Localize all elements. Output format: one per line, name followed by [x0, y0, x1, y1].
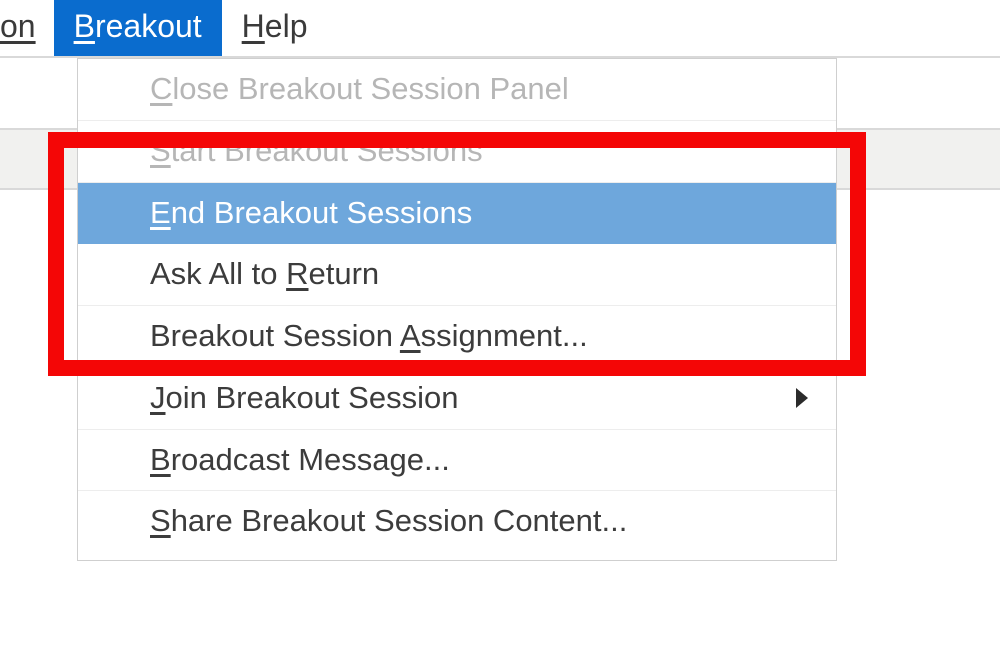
menubar-breakout-m: B — [74, 8, 95, 44]
menu-ask-all-return[interactable]: Ask All to Return — [78, 244, 836, 306]
submenu-arrow-icon — [796, 388, 808, 408]
menu-broadcast-message[interactable]: Broadcast Message... — [78, 430, 836, 492]
label-post: ssignment... — [421, 318, 588, 353]
label-m: A — [400, 318, 421, 353]
label-m: S — [150, 503, 171, 538]
label-post: eturn — [309, 256, 380, 291]
breakout-dropdown: Close Breakout Session Panel Start Break… — [77, 58, 837, 561]
label-pre: Ask All to — [150, 256, 286, 291]
label-post: hare Breakout Session Content... — [171, 503, 628, 538]
menu-close-breakout-panel: Close Breakout Session Panel — [78, 59, 836, 121]
menu-start-breakout-sessions: Start Breakout Sessions — [78, 121, 836, 183]
label-post: nd Breakout Sessions — [171, 195, 473, 230]
label-m: S — [150, 133, 171, 168]
menubar-item-help[interactable]: Help — [222, 0, 328, 56]
menubar-breakout-rest: reakout — [95, 8, 202, 44]
menubar-help-m: H — [242, 8, 265, 44]
menubar-item-breakout[interactable]: Breakout — [54, 0, 222, 56]
menubar-truncated-label: on — [0, 8, 36, 44]
menu-join-breakout-session[interactable]: Join Breakout Session — [78, 368, 836, 430]
label-m: E — [150, 195, 171, 230]
label-post: roadcast Message... — [171, 442, 450, 477]
label-m: B — [150, 442, 171, 477]
menu-end-breakout-sessions[interactable]: End Breakout Sessions — [78, 183, 836, 245]
label-m: C — [150, 71, 172, 106]
label-m: J — [150, 380, 166, 415]
menubar: on Breakout Help — [0, 0, 1000, 58]
menubar-item-truncated[interactable]: on — [0, 0, 54, 56]
label-m: R — [286, 256, 308, 291]
label-pre: Breakout Session — [150, 318, 400, 353]
menu-breakout-assignment[interactable]: Breakout Session Assignment... — [78, 306, 836, 368]
label-post: lose Breakout Session Panel — [172, 71, 568, 106]
menu-share-breakout-content[interactable]: Share Breakout Session Content... — [78, 491, 836, 552]
label-post: tart Breakout Sessions — [171, 133, 483, 168]
label-post: oin Breakout Session — [166, 380, 459, 415]
menubar-help-rest: elp — [265, 8, 308, 44]
